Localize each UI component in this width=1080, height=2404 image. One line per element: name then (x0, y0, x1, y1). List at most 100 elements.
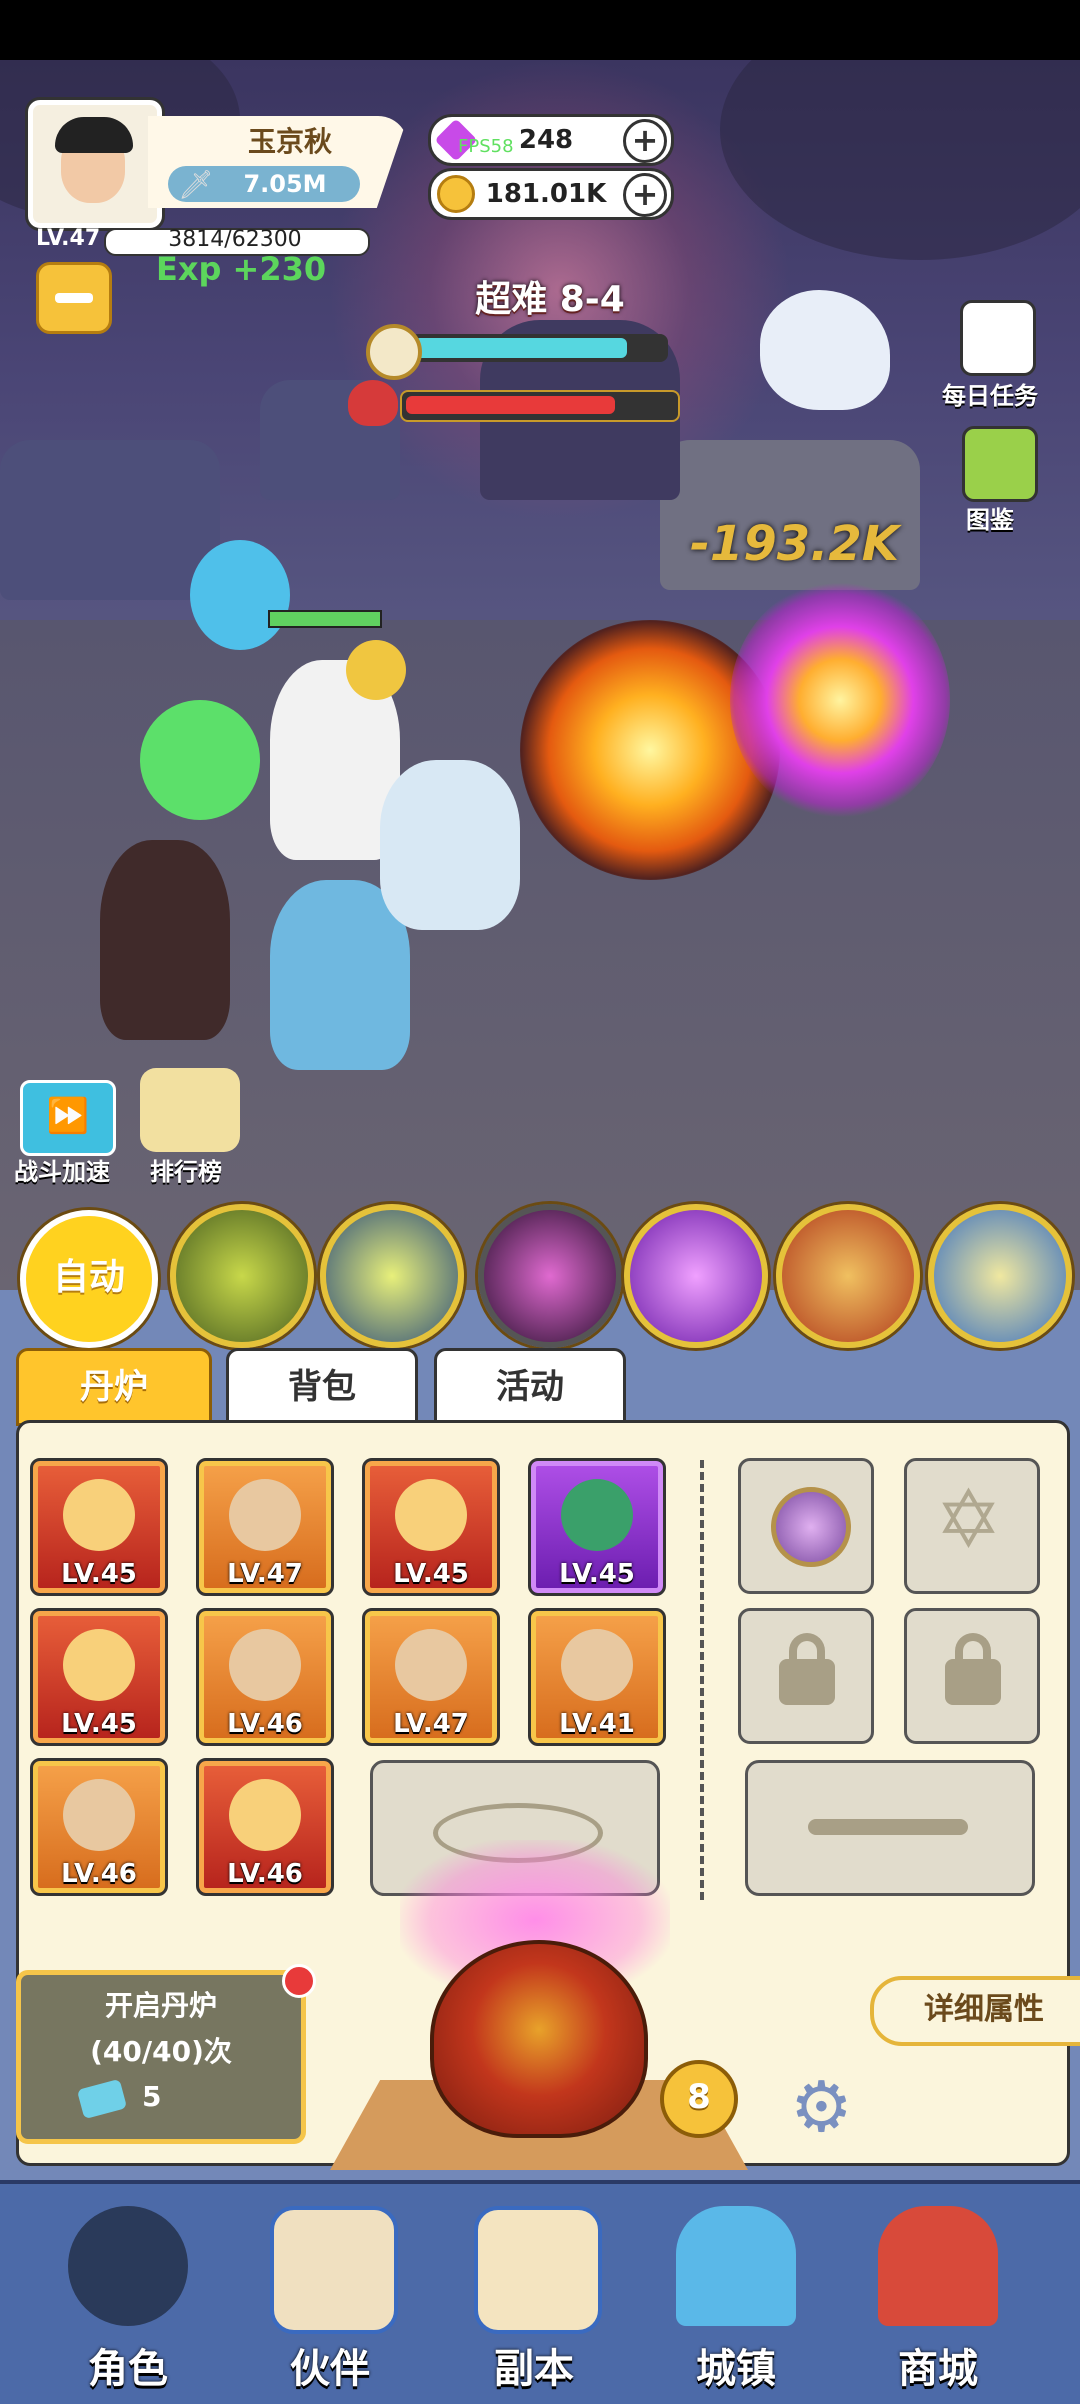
auto-battle-button[interactable]: 自动 (20, 1210, 158, 1348)
boots-icon (229, 1779, 301, 1851)
fps-indicator: FPS58 (458, 136, 514, 157)
helmet-icon (395, 1479, 467, 1551)
star-slot[interactable]: ✡ (904, 1458, 1040, 1594)
nav-shop[interactable]: 商城 (848, 2196, 1028, 2392)
beast-orb-icon (561, 1479, 633, 1551)
battle-speed-label[interactable]: 战斗加速 (14, 1152, 110, 1187)
nav-partner[interactable]: 伙伴 (240, 2196, 420, 2392)
equipment-item[interactable]: LV.45 (30, 1458, 168, 1596)
player-power: 7.05M (243, 170, 327, 198)
equipment-item[interactable]: LV.45 (30, 1608, 168, 1746)
skill-qilin-icon[interactable] (928, 1204, 1072, 1348)
pet-qilin (380, 760, 520, 930)
detail-attributes-button[interactable]: 详细属性 (870, 1976, 1080, 2046)
weapon-slot[interactable] (745, 1760, 1035, 1896)
item-level: LV.41 (559, 1709, 635, 1739)
equipment-item[interactable]: LV.46 (196, 1608, 334, 1746)
settings-gear-icon[interactable]: ⚙ (790, 2066, 900, 2148)
daily-task-icon[interactable] (960, 300, 1036, 376)
shield-icon (229, 1629, 301, 1701)
pet-fox (346, 640, 406, 700)
boss-bird (760, 290, 890, 410)
equipment-item[interactable]: LV.47 (196, 1458, 334, 1596)
demon-icon (348, 380, 398, 426)
purple-explosion (730, 580, 950, 820)
nav-dungeon[interactable]: 副本 (444, 2196, 624, 2392)
daily-task-label[interactable]: 每日任务 (942, 376, 1038, 411)
skill-meteor-icon[interactable] (320, 1204, 464, 1348)
equipment-item[interactable]: LV.45 (528, 1458, 666, 1596)
equipment-item[interactable]: LV.41 (528, 1608, 666, 1746)
shop-icon (878, 2206, 998, 2326)
skill-vortex-icon[interactable] (478, 1204, 622, 1348)
ticket-count: 5 (142, 2080, 162, 2113)
hero-blue-hair (190, 540, 290, 650)
lock-icon (945, 1633, 1001, 1705)
tab-backpack[interactable]: 背包 (226, 1348, 418, 1426)
coin-value: 181.01K (485, 179, 607, 209)
grid-divider (700, 1460, 704, 1900)
nav-dungeon-label: 副本 (494, 2346, 574, 2392)
sword-icon: 🗡 (178, 168, 214, 201)
boss-hp-fill (406, 396, 615, 414)
lock-icon (779, 1633, 835, 1705)
item-level: LV.46 (227, 1859, 303, 1889)
open-furnace-title[interactable]: 开启丹炉 (16, 1984, 306, 2024)
codex-icon[interactable] (962, 426, 1038, 502)
player-level: LV.47 (36, 226, 101, 251)
item-level: LV.45 (61, 1709, 137, 1739)
scroll-map-icon (474, 2206, 602, 2334)
collapse-button[interactable] (36, 262, 112, 334)
player-avatar[interactable] (28, 100, 162, 228)
orb-icon (561, 1629, 633, 1701)
tab-events[interactable]: 活动 (434, 1348, 626, 1426)
alchemy-furnace[interactable] (430, 1940, 648, 2138)
open-furnace-count: (40/40)次 (90, 2035, 232, 2068)
codex-label[interactable]: 图鉴 (966, 500, 1014, 535)
timer-icon (366, 324, 422, 380)
skill-shuriken-icon[interactable] (624, 1204, 768, 1348)
spear-icon (63, 1479, 135, 1551)
timer-fill (414, 338, 627, 358)
skill-lightning-icon[interactable] (170, 1204, 314, 1348)
necklace-icon (63, 1779, 135, 1851)
equipment-item[interactable]: LV.46 (30, 1758, 168, 1896)
scroll-icon (229, 1479, 301, 1551)
item-level: LV.46 (227, 1709, 303, 1739)
tab-furnace[interactable]: 丹炉 (16, 1348, 212, 1426)
staff-icon (63, 1629, 135, 1701)
equipment-item[interactable]: LV.45 (362, 1458, 500, 1596)
player-name: 玉京秋 (247, 125, 332, 158)
leaderboard-icon[interactable] (140, 1068, 240, 1152)
damage-number: -193.2K (690, 516, 899, 572)
item-level: LV.45 (61, 1559, 137, 1589)
town-icon (676, 2206, 796, 2326)
battle-speed-button[interactable]: ⏩ (20, 1080, 116, 1156)
add-gems-button[interactable]: + (623, 119, 667, 163)
nav-character-label: 角色 (88, 2346, 168, 2392)
skill-lion-icon[interactable] (776, 1204, 920, 1348)
locked-slot[interactable] (904, 1608, 1040, 1744)
item-level: LV.46 (61, 1859, 137, 1889)
hexagram-icon: ✡ (935, 1473, 1003, 1566)
stage-label: 超难 8-4 (475, 279, 625, 320)
leaderboard-label[interactable]: 排行榜 (150, 1152, 222, 1187)
equipment-item[interactable]: LV.46 (196, 1758, 334, 1896)
exp-gain-text: Exp +230 (156, 250, 327, 288)
ring-icon (395, 1629, 467, 1701)
nav-town[interactable]: 城镇 (646, 2196, 826, 2392)
nav-character[interactable]: 角色 (38, 2196, 218, 2392)
locked-slot[interactable] (738, 1608, 874, 1744)
mirror-icon (771, 1487, 851, 1567)
partner-icon (270, 2206, 398, 2334)
mirror-slot[interactable] (738, 1458, 874, 1594)
item-level: LV.45 (393, 1559, 469, 1589)
furnace-level-badge: 8 (660, 2060, 738, 2138)
add-coins-button[interactable]: + (623, 173, 667, 217)
item-level: LV.45 (559, 1559, 635, 1589)
equipment-item[interactable]: LV.47 (362, 1608, 500, 1746)
nav-partner-label: 伙伴 (290, 2346, 370, 2392)
nav-shop-label: 商城 (898, 2346, 978, 2392)
character-icon (68, 2206, 188, 2326)
notification-dot (282, 1964, 316, 1998)
